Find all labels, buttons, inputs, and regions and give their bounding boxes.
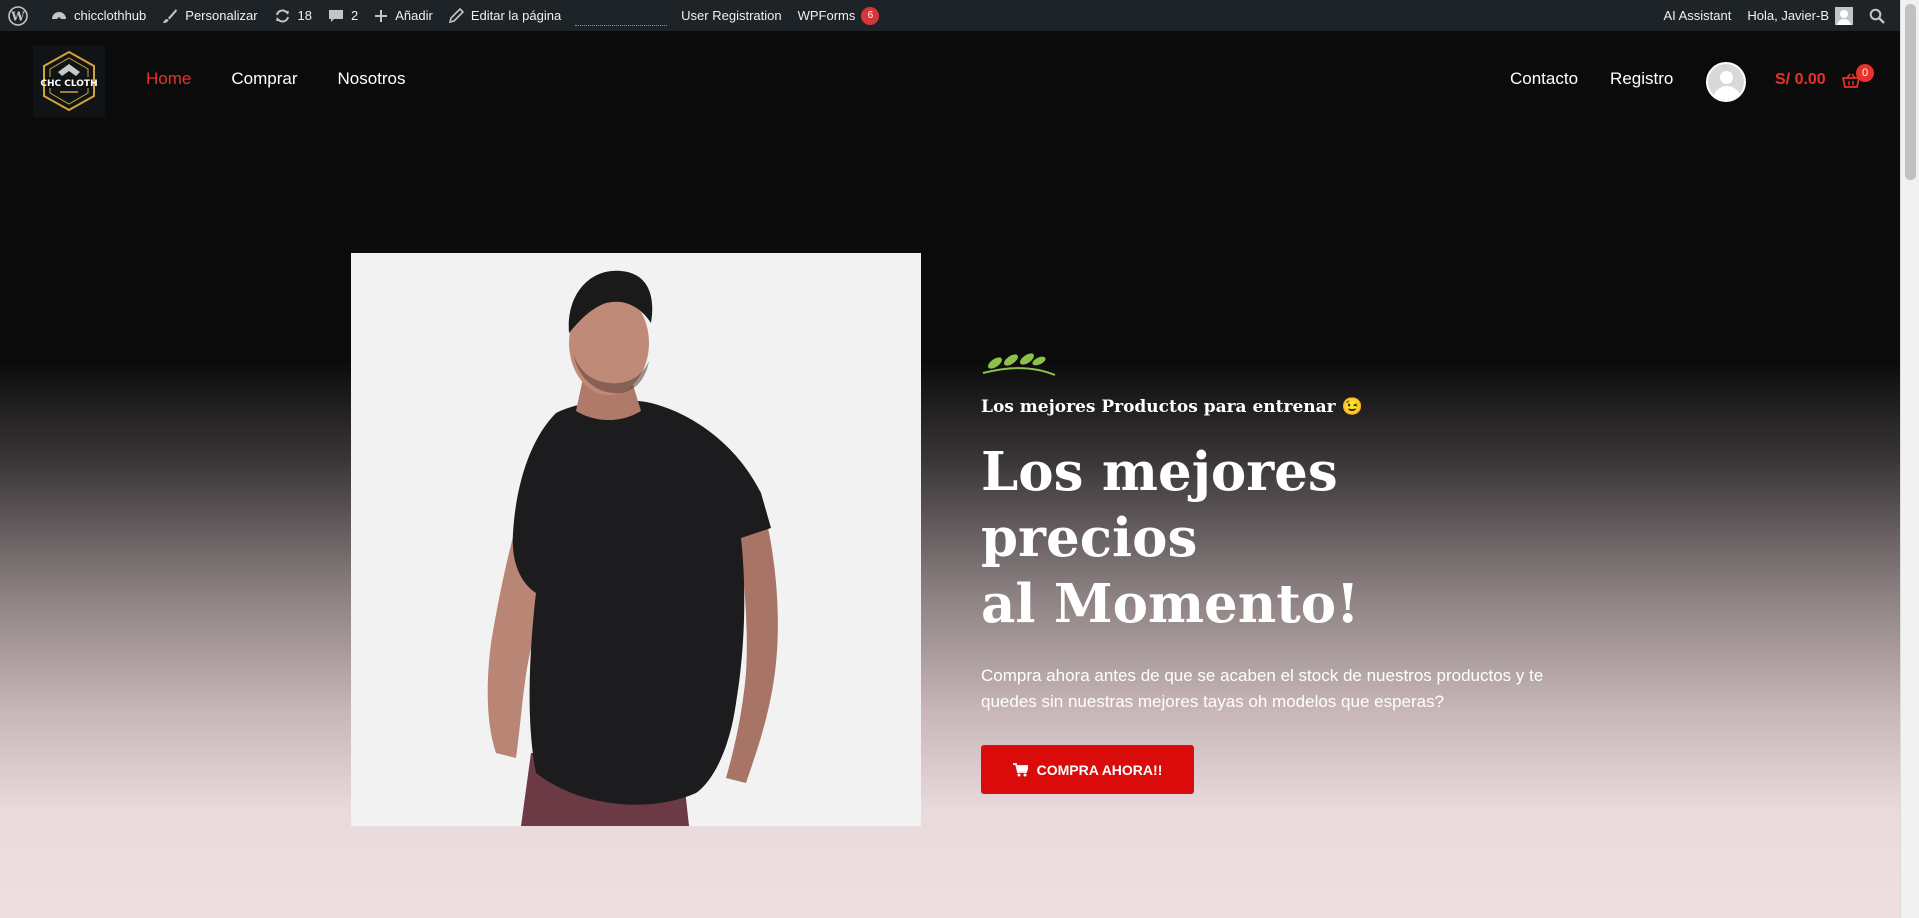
add-new-label: Añadir	[395, 8, 433, 23]
brush-icon	[163, 8, 178, 23]
cart-count-badge: 0	[1856, 64, 1874, 82]
edit-page-link[interactable]: Editar la página	[441, 0, 569, 31]
site-header: CHC CLOTH Home Comprar Nosotros Contacto…	[0, 31, 1900, 131]
customize-link[interactable]: Personalizar	[154, 0, 265, 31]
ai-assistant-link[interactable]: AI Assistant	[1655, 0, 1739, 31]
page-scrollbar[interactable]	[1900, 0, 1919, 918]
site-name: chicclothhub	[74, 8, 147, 23]
primary-nav: Home Comprar Nosotros	[146, 69, 406, 89]
cart-icon	[1012, 762, 1028, 776]
nav-registro[interactable]: Registro	[1610, 69, 1673, 89]
wpforms-label: WPForms	[797, 8, 856, 23]
updates-count: 18	[297, 8, 313, 23]
buy-now-label: COMPRA AHORA!!	[1036, 761, 1163, 778]
nav-nosotros[interactable]: Nosotros	[337, 69, 405, 89]
logo-text: CHC CLOTH	[40, 79, 97, 89]
logo-emblem: CHC CLOTH	[40, 50, 98, 112]
comments-link[interactable]: 2	[320, 0, 366, 31]
user-avatar-icon[interactable]	[1706, 62, 1746, 102]
wordpress-icon: W	[8, 5, 28, 26]
admin-bar: W chicclothhub Personalizar 18 2 Añadir …	[0, 0, 1900, 31]
leaves-icon	[982, 353, 1056, 376]
my-account-link[interactable]: Hola, Javier-B	[1739, 0, 1861, 31]
hero-headline: Los mejores precios al Momento!	[981, 439, 1561, 637]
comment-icon	[329, 9, 344, 22]
refresh-icon	[275, 9, 289, 22]
search-icon	[1869, 8, 1885, 24]
scrollbar-thumb[interactable]	[1905, 4, 1916, 180]
hero-description: Compra ahora antes de que se acaben el s…	[981, 666, 1544, 711]
wpforms-link[interactable]: WPForms 6	[790, 0, 888, 31]
updates-link[interactable]: 18	[266, 0, 320, 31]
nav-home[interactable]: Home	[146, 69, 191, 89]
wordpress-menu[interactable]: W	[0, 0, 43, 31]
ai-assistant-label: AI Assistant	[1663, 8, 1732, 23]
pencil-icon	[448, 8, 464, 23]
page-body: CHC CLOTH Home Comprar Nosotros Contacto…	[0, 31, 1900, 918]
admin-bar-placeholder	[575, 6, 668, 26]
model-illustration	[487, 270, 778, 826]
nav-contacto[interactable]: Contacto	[1510, 69, 1578, 89]
user-registration-label: User Registration	[681, 8, 782, 23]
customize-label: Personalizar	[185, 8, 258, 23]
plus-icon	[375, 9, 388, 22]
user-registration-link[interactable]: User Registration	[673, 0, 789, 31]
dashboard-icon	[52, 11, 66, 21]
site-name-link[interactable]: chicclothhub	[43, 0, 154, 31]
edit-page-label: Editar la página	[470, 8, 562, 23]
greeting-label: Hola, Javier-B	[1747, 8, 1829, 23]
admin-search-button[interactable]	[1861, 0, 1900, 31]
secondary-nav: Contacto Registro	[1510, 69, 1673, 89]
headline-line-2: al Momento!	[981, 573, 1360, 635]
buy-now-button[interactable]: COMPRA AHORA!!	[981, 745, 1194, 794]
hero-content: Los mejores Productos para entrenar 😉 Lo…	[981, 349, 1561, 794]
site-logo[interactable]: CHC CLOTH	[33, 45, 105, 117]
hero-tagline: Los mejores Productos para entrenar 😉	[981, 397, 1363, 417]
cart-total[interactable]: S/ 0.00	[1775, 71, 1826, 89]
headline-line-1: Los mejores precios	[981, 441, 1338, 569]
wpforms-badge: 6	[861, 6, 880, 25]
admin-avatar	[1835, 6, 1853, 25]
svg-text:W: W	[10, 9, 25, 23]
hero-product-image	[351, 253, 921, 826]
add-new-link[interactable]: Añadir	[366, 0, 441, 31]
nav-comprar[interactable]: Comprar	[231, 69, 297, 89]
comments-count: 2	[351, 8, 359, 23]
